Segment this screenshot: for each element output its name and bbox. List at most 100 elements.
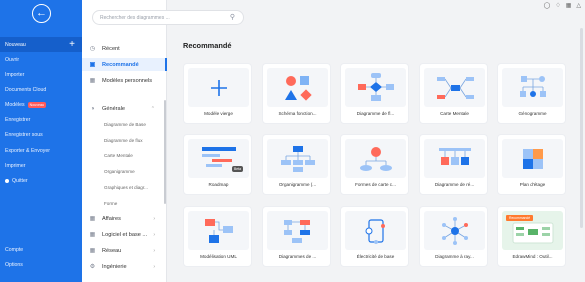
category-business[interactable]: ▦ Affaires › [82,212,167,225]
template-card-edrawmind[interactable]: Recommandé EdrawMind : Outil... [497,206,566,267]
engineering-icon: ⚙ [89,264,96,270]
template-card-mindmap[interactable]: Carte Mentale [419,63,488,124]
user-icon[interactable]: ◯ [544,2,551,9]
search-input[interactable]: Rechercher des diagrammes ... ⚲ [92,10,244,25]
grid-icon[interactable]: ▦ [566,2,572,9]
concept-map-icon [359,146,392,171]
template-card-orgchart[interactable]: Organigramme (... [262,134,331,195]
template-card-flowchart[interactable]: Diagramme de fl... [340,63,409,124]
user-templates-icon: ▦ [89,78,96,84]
category-personal-label: Modèles personnels [102,77,153,84]
file-menu-sidebar: ← Nouveau + Ouvrir Importer Documents Cl… [0,0,82,282]
mindmap-icon [436,76,474,99]
template-card-radial[interactable]: Diagramme à ray... [419,206,488,267]
card-label: Carte Mentale [440,111,469,116]
plus-icon[interactable]: + [69,39,75,50]
nav-save-as-label: Enregistrer sous [5,131,43,138]
category-recommended[interactable]: ▣ Recommandé [82,58,167,71]
category-scrollbar[interactable] [164,100,166,204]
card-label: Modèle vierge [204,111,233,116]
main-scrollbar[interactable] [580,28,583,228]
card-thumbnail [188,68,249,107]
chevron-up-icon: ⌃ [150,105,155,112]
uml-icon [204,218,233,243]
genogram-icon [519,75,546,97]
business-icon: ▦ [89,216,96,222]
nav-new-label: Nouveau [5,41,26,48]
card-thumbnail [267,211,328,250]
nav-templates-label: Modèles [5,101,25,108]
subcategory-charts[interactable]: Graphiques et diagr... [104,185,148,190]
page-title: Recommandé [183,41,232,50]
floorplan-icon [522,148,543,169]
nav-import[interactable]: Importer [0,67,82,82]
chevron-right-icon: › [153,215,155,222]
template-card-roadmap[interactable]: Beta Roadmap [183,134,252,195]
radial-icon [441,216,468,245]
category-network[interactable]: ▦ Réseau › [82,244,167,257]
card-thumbnail [345,139,406,178]
nav-save-as[interactable]: Enregistrer sous [0,127,82,142]
template-card-concept-map[interactable]: Formes de carte c... [340,134,409,195]
subcategory-orgchart[interactable]: Organigramme [104,169,135,174]
category-network-label: Réseau [102,247,122,254]
network-diagram-icon [438,147,471,165]
template-card-blank[interactable]: Modèle vierge [183,63,252,124]
nav-quit[interactable]: Quitter [0,173,82,188]
template-card-network[interactable]: Diagramme de ré... [419,134,488,195]
chevron-right-icon: › [153,231,155,238]
quit-icon [5,178,9,183]
card-label: Roadmap [208,182,229,187]
recommended-badge: Recommandé [506,215,534,221]
nav-open-label: Ouvrir [5,56,20,63]
template-card-uml[interactable]: Modélisation UML [183,206,252,267]
category-engineering[interactable]: ⚙ Ingénierie › [82,260,167,273]
nav-templates[interactable]: Modèles Nouveau [0,97,82,112]
card-label: Organigramme (... [278,182,317,187]
template-card-block-diagram[interactable]: Schéma fonction... [262,63,331,124]
template-card-floorplan[interactable]: Plan d'étage [497,134,566,195]
subcategory-flowchart[interactable]: Diagramme de flux [104,138,143,143]
nav-cloud-label: Documents Cloud [5,86,47,93]
flowchart-icon [357,72,394,101]
nav-print[interactable]: Imprimer [0,158,82,173]
back-button[interactable]: ← [32,4,51,23]
subcategory-basic[interactable]: Diagramme de Base [104,122,146,127]
orgchart-icon [280,145,315,172]
category-recent-label: Récent [102,45,120,52]
card-label: Génogramme [518,111,547,116]
template-card-diagrams[interactable]: Diagrammes de ... [262,206,331,267]
network-icon: ▦ [89,248,96,254]
bell-icon[interactable]: ♢ [555,2,560,9]
diagram-icon [283,219,310,243]
nav-new[interactable]: Nouveau + [0,37,82,52]
nav-options-label: Options [5,261,23,268]
nav-cloud-docs[interactable]: Documents Cloud [0,82,82,97]
nav-save[interactable]: Enregistrer [0,112,82,127]
card-thumbnail [188,211,249,250]
shirt-icon[interactable]: △ [576,2,581,9]
card-label: Plan d'étage [519,182,546,187]
category-recommended-label: Recommandé [102,61,139,68]
category-software[interactable]: ▦ Logiciel et base ... › [82,228,167,241]
card-label: Électricité de base [356,254,395,259]
card-label: EdrawMind : Outil... [512,254,553,259]
subcategory-shape[interactable]: Forme [104,201,117,206]
search-icon[interactable]: ⚲ [230,13,235,21]
card-label: Diagrammes de ... [278,254,317,259]
category-recent[interactable]: ◷ Récent [82,42,167,55]
nav-export[interactable]: Exporter & Envoyer [0,143,82,158]
subcategory-mindmap[interactable]: Carte Mentale [104,153,133,158]
software-icon: ▦ [89,232,96,238]
category-personal-templates[interactable]: ▦ Modèles personnels [82,74,167,87]
nav-account[interactable]: Compte [0,242,82,257]
nav-options[interactable]: Options [0,257,82,272]
category-engineering-label: Ingénierie [102,263,127,270]
template-card-electrical[interactable]: Électricité de base [340,206,409,267]
category-general-label: Générale [102,105,126,112]
category-general[interactable]: ◑ Générale ⌃ [82,102,167,115]
template-card-genogram[interactable]: Génogramme [497,63,566,124]
search-placeholder: Rechercher des diagrammes ... [100,14,170,21]
beta-badge: Beta [232,166,243,172]
nav-open[interactable]: Ouvrir [0,52,82,67]
